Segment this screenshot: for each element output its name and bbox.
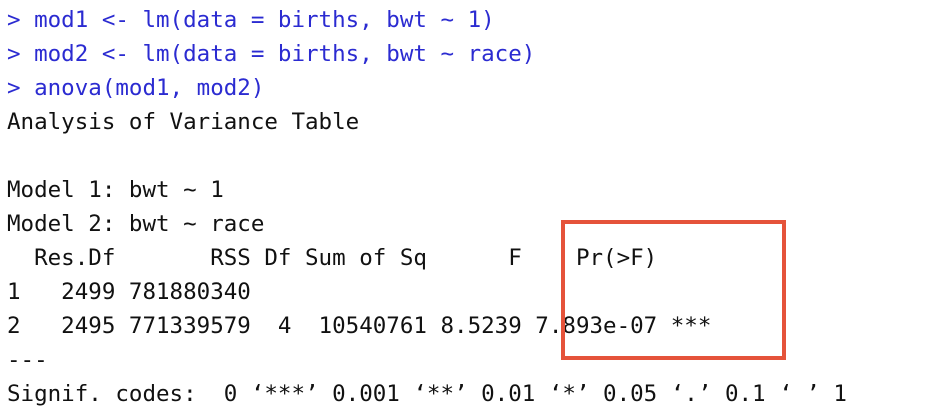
- console-command-line: > anova(mod1, mod2): [7, 75, 265, 101]
- model-2-formula: Model 2: bwt ~ race: [7, 211, 265, 237]
- anova-table-header: Res.Df RSS Df Sum of Sq F Pr(>F): [7, 245, 712, 271]
- r-console: > mod1 <- lm(data = births, bwt ~ 1) > m…: [7, 3, 927, 411]
- anova-table-row: 2 2495 771339579 4 10540761 8.5239 7.893…: [7, 313, 712, 339]
- separator-line: ---: [7, 347, 48, 373]
- anova-table-row: 1 2499 781880340: [7, 279, 712, 305]
- anova-title: Analysis of Variance Table: [7, 109, 360, 135]
- console-command-line: > mod2 <- lm(data = births, bwt ~ race): [7, 41, 536, 67]
- signif-codes-line: Signif. codes: 0 ‘***’ 0.001 ‘**’ 0.01 ‘…: [7, 381, 847, 407]
- p-value-highlight-box: [561, 220, 786, 360]
- console-command-line: > mod1 <- lm(data = births, bwt ~ 1): [7, 7, 495, 33]
- model-1-formula: Model 1: bwt ~ 1: [7, 177, 224, 203]
